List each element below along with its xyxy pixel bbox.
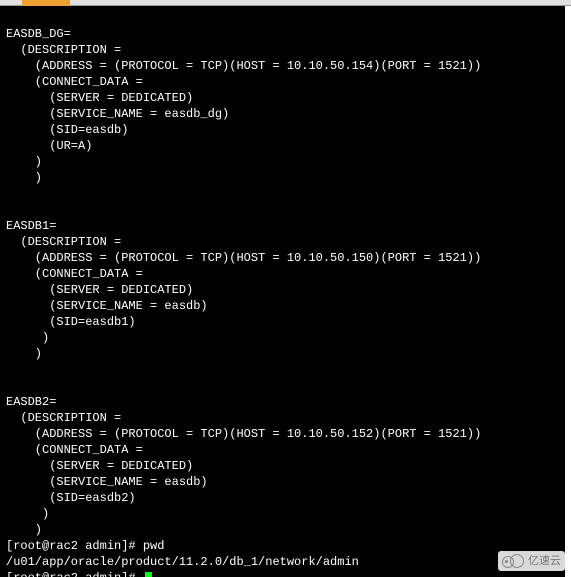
- tns-line: (UR=A): [6, 138, 565, 154]
- tns-line: EASDB2=: [6, 394, 565, 410]
- tns-line: (CONNECT_DATA =: [6, 74, 565, 90]
- shell-prompt-line[interactable]: [root@rac2 admin]#: [6, 570, 565, 577]
- shell-prompt: [root@rac2 admin]#: [6, 571, 143, 577]
- shell-prompt: [root@rac2 admin]#: [6, 539, 143, 553]
- cloud-icon: [502, 554, 524, 568]
- tns-line: EASDB_DG=: [6, 26, 565, 42]
- shell-command: pwd: [143, 539, 165, 553]
- tns-line: (DESCRIPTION =: [6, 42, 565, 58]
- tns-line: (DESCRIPTION =: [6, 234, 565, 250]
- terminal-cursor: [145, 572, 152, 577]
- tns-line: ): [6, 170, 565, 186]
- tns-line: (SERVER = DEDICATED): [6, 282, 565, 298]
- watermark-text: 亿速云: [528, 553, 561, 569]
- blank-line: [6, 10, 565, 26]
- tns-line: ): [6, 506, 565, 522]
- tns-line: (SERVICE_NAME = easdb_dg): [6, 106, 565, 122]
- watermark: 亿速云: [498, 551, 565, 571]
- tns-line: (ADDRESS = (PROTOCOL = TCP)(HOST = 10.10…: [6, 250, 565, 266]
- tns-line: ): [6, 522, 565, 538]
- blank-line: [6, 362, 565, 378]
- tns-line: (ADDRESS = (PROTOCOL = TCP)(HOST = 10.10…: [6, 426, 565, 442]
- tns-line: (SERVICE_NAME = easdb): [6, 474, 565, 490]
- blank-line: [6, 378, 565, 394]
- tns-line: (CONNECT_DATA =: [6, 266, 565, 282]
- tns-line: (SID=easdb2): [6, 490, 565, 506]
- tns-line: (ADDRESS = (PROTOCOL = TCP)(HOST = 10.10…: [6, 58, 565, 74]
- tns-line: (DESCRIPTION =: [6, 410, 565, 426]
- tns-line: (SERVER = DEDICATED): [6, 458, 565, 474]
- tns-line: (SERVER = DEDICATED): [6, 90, 565, 106]
- blank-line: [6, 202, 565, 218]
- tns-line: EASDB1=: [6, 218, 565, 234]
- tns-line: (CONNECT_DATA =: [6, 442, 565, 458]
- pwd-output: /u01/app/oracle/product/11.2.0/db_1/netw…: [6, 554, 565, 570]
- shell-prompt-line: [root@rac2 admin]# pwd: [6, 538, 565, 554]
- blank-line: [6, 186, 565, 202]
- tns-line: (SID=easdb1): [6, 314, 565, 330]
- tns-line: ): [6, 154, 565, 170]
- tns-line: ): [6, 346, 565, 362]
- tns-line: (SERVICE_NAME = easdb): [6, 298, 565, 314]
- terminal-window[interactable]: EASDB_DG= (DESCRIPTION = (ADDRESS = (PRO…: [0, 6, 565, 577]
- tns-line: ): [6, 330, 565, 346]
- tns-line: (SID=easdb): [6, 122, 565, 138]
